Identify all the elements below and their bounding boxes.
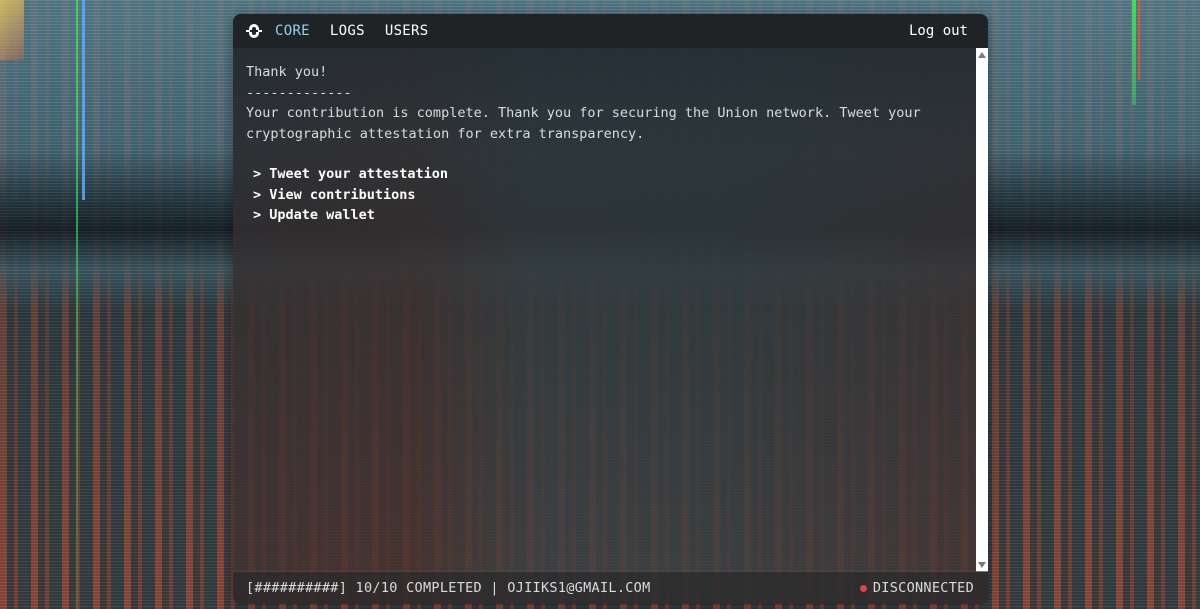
terminal-window: CORE LOGS USERS Log out Thank you! -----…	[233, 14, 988, 604]
connection-status: DISCONNECTED	[859, 580, 974, 596]
logout-button[interactable]: Log out	[909, 23, 968, 39]
nav-logs[interactable]: LOGS	[330, 23, 365, 39]
progress-status: [##########] 10/10 COMPLETED | OJIIKS1@G…	[246, 580, 651, 596]
divider-text: -------------	[246, 84, 352, 101]
menu-update-wallet[interactable]: > Update wallet	[246, 205, 966, 226]
menu-tweet-attestation[interactable]: > Tweet your attestation	[246, 164, 966, 185]
union-logo-icon[interactable]	[245, 22, 263, 40]
terminal-content: Thank you! ------------- Your contributi…	[246, 62, 966, 226]
background-green-line-right	[1132, 0, 1136, 105]
background-red-line-right	[1138, 0, 1140, 80]
completion-message: Your contribution is complete. Thank you…	[246, 105, 929, 142]
status-footer: [##########] 10/10 COMPLETED | OJIIKS1@G…	[233, 571, 988, 604]
thank-you-heading: Thank you!	[246, 64, 328, 80]
scroll-up-arrow-icon[interactable]	[978, 52, 986, 58]
top-nav-bar: CORE LOGS USERS Log out	[233, 14, 988, 48]
scrollbar[interactable]	[976, 48, 988, 572]
status-dot-icon	[859, 584, 867, 592]
background-glitch-accent	[0, 0, 24, 60]
action-menu: > Tweet your attestation > View contribu…	[246, 164, 966, 226]
background-blue-line	[82, 0, 85, 200]
nav-core[interactable]: CORE	[275, 23, 310, 39]
scroll-down-arrow-icon[interactable]	[978, 562, 986, 568]
menu-view-contributions[interactable]: > View contributions	[246, 185, 966, 206]
background-green-line	[76, 0, 78, 609]
connection-status-label: DISCONNECTED	[872, 580, 974, 596]
nav-users[interactable]: USERS	[385, 23, 429, 39]
